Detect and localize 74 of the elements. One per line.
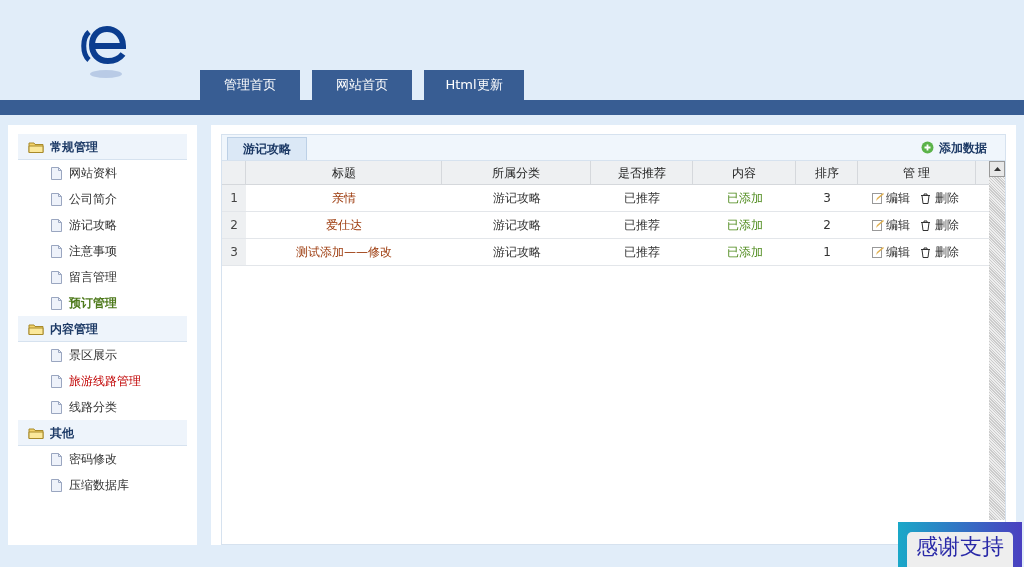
sidebar-group-header[interactable]: 其他 <box>18 420 187 446</box>
table-cell-text: 游记攻略 <box>491 217 542 234</box>
edit-icon <box>872 192 884 204</box>
nav-tab[interactable]: 网站首页 <box>312 70 412 100</box>
document-icon <box>51 400 62 414</box>
plus-icon <box>921 141 934 154</box>
document-icon <box>51 192 62 206</box>
column-header: 标题 <box>246 161 442 184</box>
sidebar-link[interactable]: 注意事项 <box>69 242 117 260</box>
document-icon <box>51 348 62 362</box>
table-cell-text: 已推荐 <box>623 217 661 234</box>
title-cell-text: 测试添加——修改 <box>295 244 393 261</box>
sidebar-link[interactable]: 网站资料 <box>69 164 117 182</box>
title-cell-text: 爱仕达 <box>325 217 363 234</box>
column-header: 管 理 <box>858 161 976 184</box>
document-icon <box>51 452 62 466</box>
edit-link[interactable]: 编辑 <box>872 189 910 207</box>
sidebar-link[interactable]: 公司简介 <box>69 190 117 208</box>
table-cell-text: 已推荐 <box>623 244 661 261</box>
sidebar-link[interactable]: 压缩数据库 <box>69 476 129 494</box>
scroll-up-icon <box>993 167 1001 171</box>
nav-tab[interactable]: 管理首页 <box>200 70 300 100</box>
trash-icon <box>920 219 931 231</box>
sidebar-group-header[interactable]: 内容管理 <box>18 316 187 342</box>
delete-link[interactable]: 删除 <box>920 216 959 234</box>
document-icon <box>51 296 62 310</box>
sidebar-link[interactable]: 旅游线路管理 <box>69 372 141 390</box>
panel-tab[interactable]: 游记攻略 <box>227 137 307 160</box>
folder-icon <box>28 426 44 439</box>
title-cell-text: 亲情 <box>331 190 357 207</box>
sidebar-link[interactable]: 景区展示 <box>69 346 117 364</box>
trash-icon <box>920 192 931 204</box>
sidebar-link[interactable]: 游记攻略 <box>69 216 117 234</box>
folder-icon <box>28 140 44 153</box>
table-cell-text: 已添加 <box>725 217 764 234</box>
row-number: 2 <box>222 212 246 238</box>
edit-icon <box>872 246 884 258</box>
sidebar-link[interactable]: 线路分类 <box>69 398 117 416</box>
support-badge[interactable]: 感谢支持 <box>898 522 1022 567</box>
document-icon <box>51 478 62 492</box>
edit-icon <box>872 219 884 231</box>
column-header: 内容 <box>693 161 796 184</box>
table-cell-text: 2 <box>822 217 832 234</box>
table-cell-text: 3 <box>822 190 832 207</box>
sidebar-link[interactable]: 预订管理 <box>69 294 117 312</box>
trash-icon <box>920 246 931 258</box>
table-cell-text: 1 <box>822 244 832 261</box>
sidebar-link[interactable]: 密码修改 <box>69 450 117 468</box>
row-number: 1 <box>222 185 246 211</box>
edit-link[interactable]: 编辑 <box>872 216 910 234</box>
table-cell-text: 已添加 <box>725 190 764 207</box>
nav-tab[interactable]: Html更新 <box>424 70 524 100</box>
document-icon <box>51 270 62 284</box>
table-cell-text: 游记攻略 <box>491 244 542 261</box>
table-cell-text: 游记攻略 <box>491 190 542 207</box>
document-icon <box>51 244 62 258</box>
column-header: 是否推荐 <box>591 161 693 184</box>
document-icon <box>51 166 62 180</box>
column-header: 排序 <box>796 161 858 184</box>
sidebar-link[interactable]: 留言管理 <box>69 268 117 286</box>
column-header: 所属分类 <box>442 161 591 184</box>
document-icon <box>51 218 62 232</box>
table-cell-text: 已推荐 <box>623 190 661 207</box>
document-icon <box>51 374 62 388</box>
logo-icon <box>80 24 128 80</box>
delete-link[interactable]: 删除 <box>920 189 959 207</box>
scrollbar[interactable] <box>989 161 1005 520</box>
delete-link[interactable]: 删除 <box>920 243 959 261</box>
edit-link[interactable]: 编辑 <box>872 243 910 261</box>
sidebar-group-header[interactable]: 常规管理 <box>18 134 187 160</box>
folder-icon <box>28 322 44 335</box>
table-cell-text: 已添加 <box>725 244 764 261</box>
row-number: 3 <box>222 239 246 265</box>
add-data-button[interactable]: 添加数据 <box>921 138 987 157</box>
